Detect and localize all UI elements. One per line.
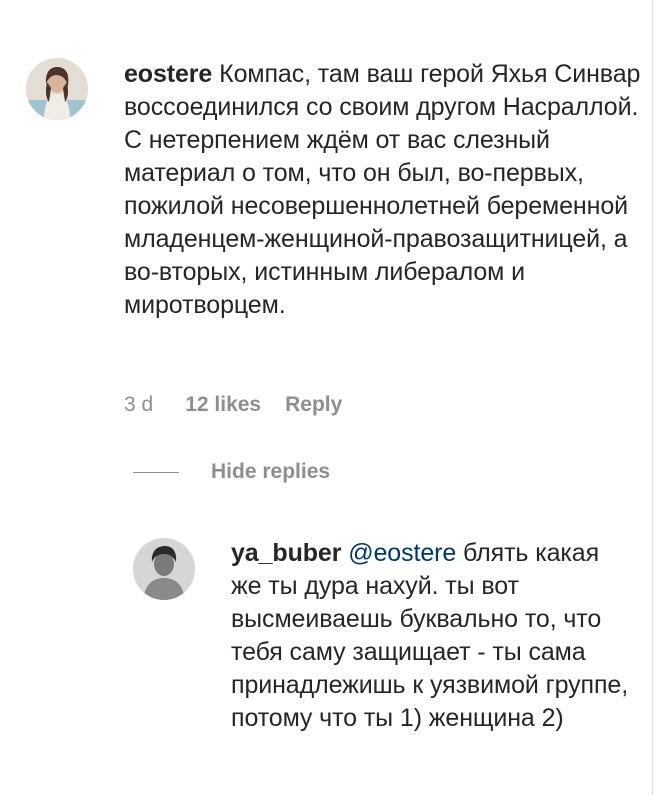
right-border-divider <box>652 0 653 795</box>
comment-time: 3 d <box>124 393 154 416</box>
reply-username[interactable]: ya_buber <box>231 539 341 567</box>
comment-body: eostere Компас, там ваш герой Яхья Синва… <box>124 58 644 322</box>
avatar[interactable] <box>26 58 88 120</box>
hide-replies-button[interactable]: Hide replies <box>133 460 330 484</box>
hide-replies-label: Hide replies <box>211 460 331 483</box>
reply-body: ya_buber @eostere блять какая же ты дура… <box>231 537 631 735</box>
comment-text: Компас, там ваш герой Яхья Синвар воссое… <box>124 60 641 319</box>
comment-meta: 3 d 12 likes Reply <box>124 393 342 417</box>
comment-username[interactable]: eostere <box>124 60 212 88</box>
avatar[interactable] <box>133 538 195 600</box>
reply-mention[interactable]: @eostere <box>348 539 456 567</box>
hide-replies-line <box>133 471 179 473</box>
reply-text: блять какая же ты дура нахуй. ты вот выс… <box>231 539 629 732</box>
comment-likes[interactable]: 12 likes <box>185 393 261 417</box>
reply-button[interactable]: Reply <box>285 393 342 417</box>
